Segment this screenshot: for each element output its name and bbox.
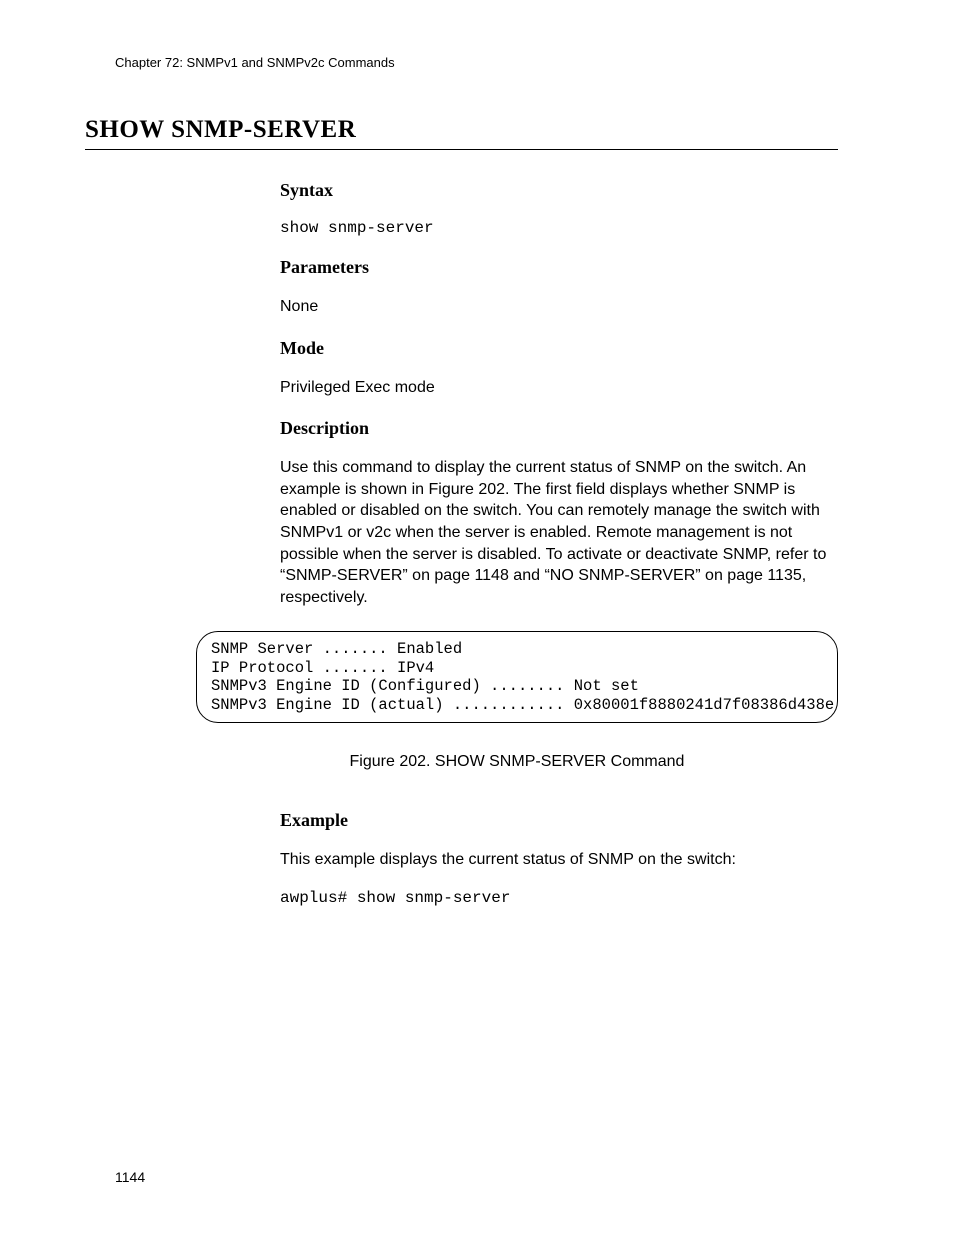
syntax-command: show snmp-server [280, 219, 838, 237]
mode-text: Privileged Exec mode [280, 377, 838, 399]
syntax-heading: Syntax [280, 180, 838, 201]
figure-block: SNMP Server ....... Enabled IP Protocol … [196, 631, 838, 771]
parameters-heading: Parameters [280, 257, 838, 278]
parameters-text: None [280, 296, 838, 318]
figure-output-box: SNMP Server ....... Enabled IP Protocol … [196, 631, 838, 723]
example-section: Example This example displays the curren… [280, 810, 838, 907]
page-header: Chapter 72: SNMPv1 and SNMPv2c Commands [115, 55, 395, 70]
figure-caption: Figure 202. SHOW SNMP-SERVER Command [196, 753, 838, 771]
example-command: awplus# show snmp-server [280, 889, 838, 907]
example-heading: Example [280, 810, 838, 831]
description-text: Use this command to display the current … [280, 457, 838, 608]
mode-heading: Mode [280, 338, 838, 359]
page-title: SHOW SNMP-SERVER [85, 116, 838, 150]
example-text: This example displays the current status… [280, 849, 838, 871]
page-number: 1144 [115, 1169, 145, 1185]
description-heading: Description [280, 418, 838, 439]
main-content: Syntax show snmp-server Parameters None … [280, 180, 838, 608]
